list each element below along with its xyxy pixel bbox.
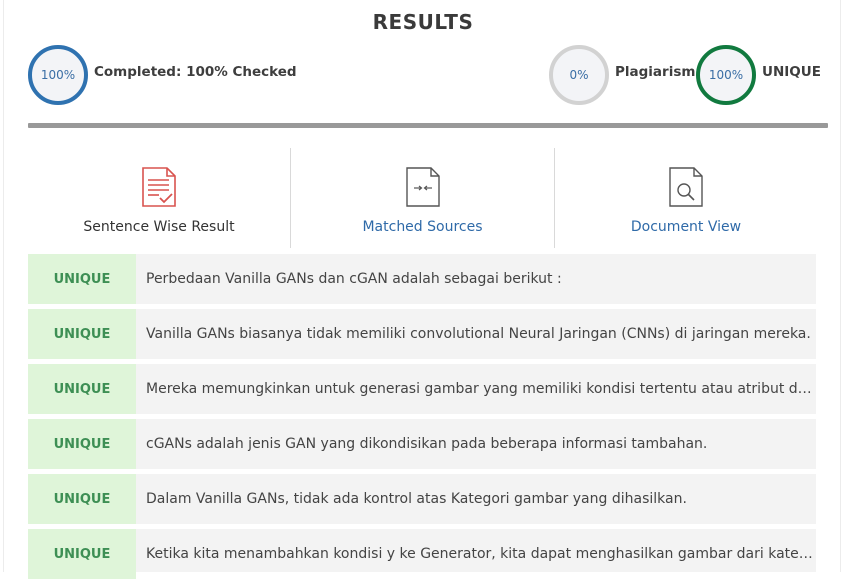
document-compare-icon	[405, 166, 441, 212]
tab-document-view[interactable]: Document View	[555, 148, 817, 248]
sentence-text: Mereka memungkinkan untuk generasi gamba…	[146, 381, 814, 397]
unique-badge: UNIQUE	[28, 364, 136, 414]
tab-label: Sentence Wise Result	[83, 219, 235, 235]
result-row[interactable]: UNIQUE Vanilla GANs biasanya tidak memil…	[28, 309, 816, 359]
unique-badge: UNIQUE	[28, 254, 136, 304]
unique-label: UNIQUE	[762, 64, 821, 80]
completed-ring-value: 100%	[40, 68, 76, 82]
unique-ring: 100%	[696, 45, 756, 105]
plagiarism-ring-value: 0%	[569, 68, 589, 82]
sentence-text: cGANs adalah jenis GAN yang dikondisikan…	[146, 436, 708, 452]
unique-badge: UNIQUE	[28, 419, 136, 469]
result-row[interactable]: UNIQUE cGANs adalah jenis GAN yang dikon…	[28, 419, 816, 469]
divider	[28, 123, 828, 128]
tab-sentence-wise-result[interactable]: Sentence Wise Result	[28, 148, 290, 248]
plagiarism-ring: 0%	[549, 45, 609, 105]
result-row[interactable]: UNIQUE Dalam Vanilla GANs, tidak ada kon…	[28, 474, 816, 524]
document-check-icon	[141, 166, 177, 212]
sentence-text: Dalam Vanilla GANs, tidak ada kontrol at…	[146, 491, 687, 507]
completed-progress-ring: 100%	[28, 45, 88, 105]
tab-matched-sources[interactable]: Matched Sources	[291, 148, 554, 248]
document-search-icon	[668, 166, 704, 212]
result-row[interactable]: UNIQUE Perbedaan Vanilla GANs dan cGAN a…	[28, 254, 816, 304]
sentence-text: Perbedaan Vanilla GANs dan cGAN adalah s…	[146, 271, 562, 287]
unique-badge: UNIQUE	[28, 309, 136, 359]
sentence-text: Vanilla GANs biasanya tidak memiliki con…	[146, 326, 811, 342]
tab-label: Document View	[630, 219, 742, 235]
result-row[interactable]: UNIQUE Ketika kita menambahkan kondisi y…	[28, 529, 816, 579]
plagiarism-label: Plagiarism	[615, 64, 696, 80]
tab-label: Matched Sources	[362, 219, 483, 235]
completed-label: Completed: 100% Checked	[94, 64, 297, 80]
unique-ring-value: 100%	[708, 68, 744, 82]
unique-badge: UNIQUE	[28, 474, 136, 524]
page-title: RESULTS	[372, 10, 474, 34]
result-row[interactable]: UNIQUE Mereka memungkinkan untuk generas…	[28, 364, 816, 414]
